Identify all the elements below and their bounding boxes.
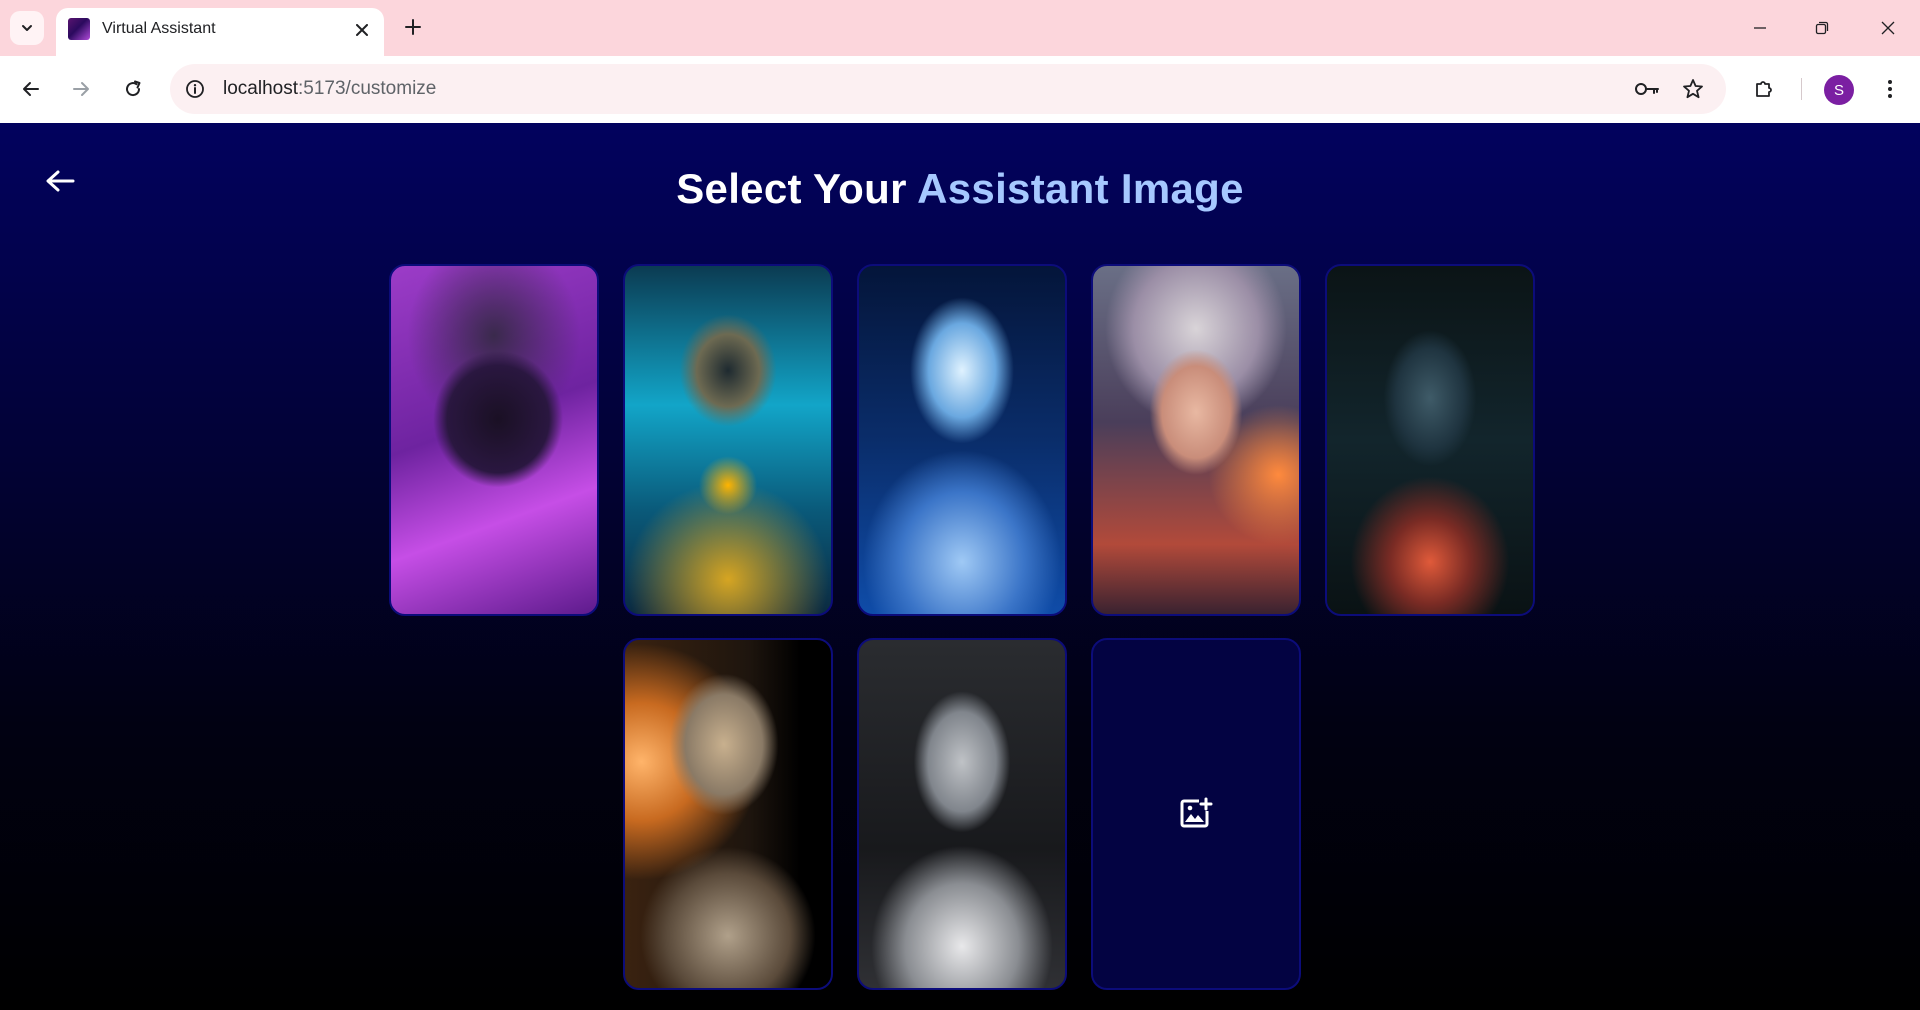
active-tab[interactable]: Virtual Assistant [56,8,384,56]
key-icon [1635,83,1659,95]
tab-strip: Virtual Assistant [0,0,1920,56]
assistant-image-card-4[interactable] [1091,264,1301,616]
info-icon [186,80,204,98]
upload-image-card[interactable] [1091,638,1301,990]
assistant-image-card-3[interactable] [857,264,1067,616]
favicon-icon [68,18,90,40]
bookmark-button[interactable] [1680,76,1706,102]
title-lead: Select Your [676,165,918,212]
minimize-button[interactable] [1738,8,1782,48]
arrow-right-icon [73,82,89,96]
url-host: localhost [223,78,298,99]
url-text[interactable]: localhost:5173/customize [223,78,436,100]
title-accent: Assistant Image [917,165,1244,212]
back-button[interactable] [14,72,48,106]
extensions-button[interactable] [1747,72,1781,106]
browser-toolbar: localhost:5173/customize S [0,56,1920,123]
password-key-button[interactable] [1634,76,1660,102]
minimize-icon [1754,27,1766,29]
assistant-image-card-5[interactable] [1325,264,1535,616]
tab-close-button[interactable] [352,20,372,40]
close-icon [356,24,368,36]
chevron-down-icon [22,25,32,31]
reload-icon [126,80,141,97]
customize-page: Select Your Assistant Image [0,123,1920,1010]
toolbar-divider [1801,78,1802,100]
star-icon [1683,79,1703,99]
image-add-icon [1180,797,1213,828]
arrow-left-icon [23,82,39,96]
browser-menu-button[interactable] [1873,72,1907,106]
more-vert-icon [1888,80,1892,98]
restore-button[interactable] [1800,8,1844,48]
tab-title: Virtual Assistant [102,20,216,37]
assistant-image-card-1[interactable] [389,264,599,616]
puzzle-icon [1756,81,1772,97]
assistant-image-card-6[interactable] [623,638,833,990]
plus-icon [405,19,421,35]
forward-button[interactable] [64,72,98,106]
close-icon [1881,21,1895,35]
new-tab-button[interactable] [398,12,428,42]
assistant-image-card-7[interactable] [857,638,1067,990]
site-info-button[interactable] [182,76,208,102]
tab-search-button[interactable] [10,11,44,45]
restore-icon [1815,21,1829,35]
reload-button[interactable] [116,72,150,106]
close-window-button[interactable] [1866,8,1910,48]
url-path: :5173/customize [298,78,437,99]
profile-avatar[interactable]: S [1824,75,1854,105]
address-bar[interactable]: localhost:5173/customize [170,64,1726,114]
assistant-image-card-2[interactable] [623,264,833,616]
page-title: Select Your Assistant Image [0,165,1920,213]
